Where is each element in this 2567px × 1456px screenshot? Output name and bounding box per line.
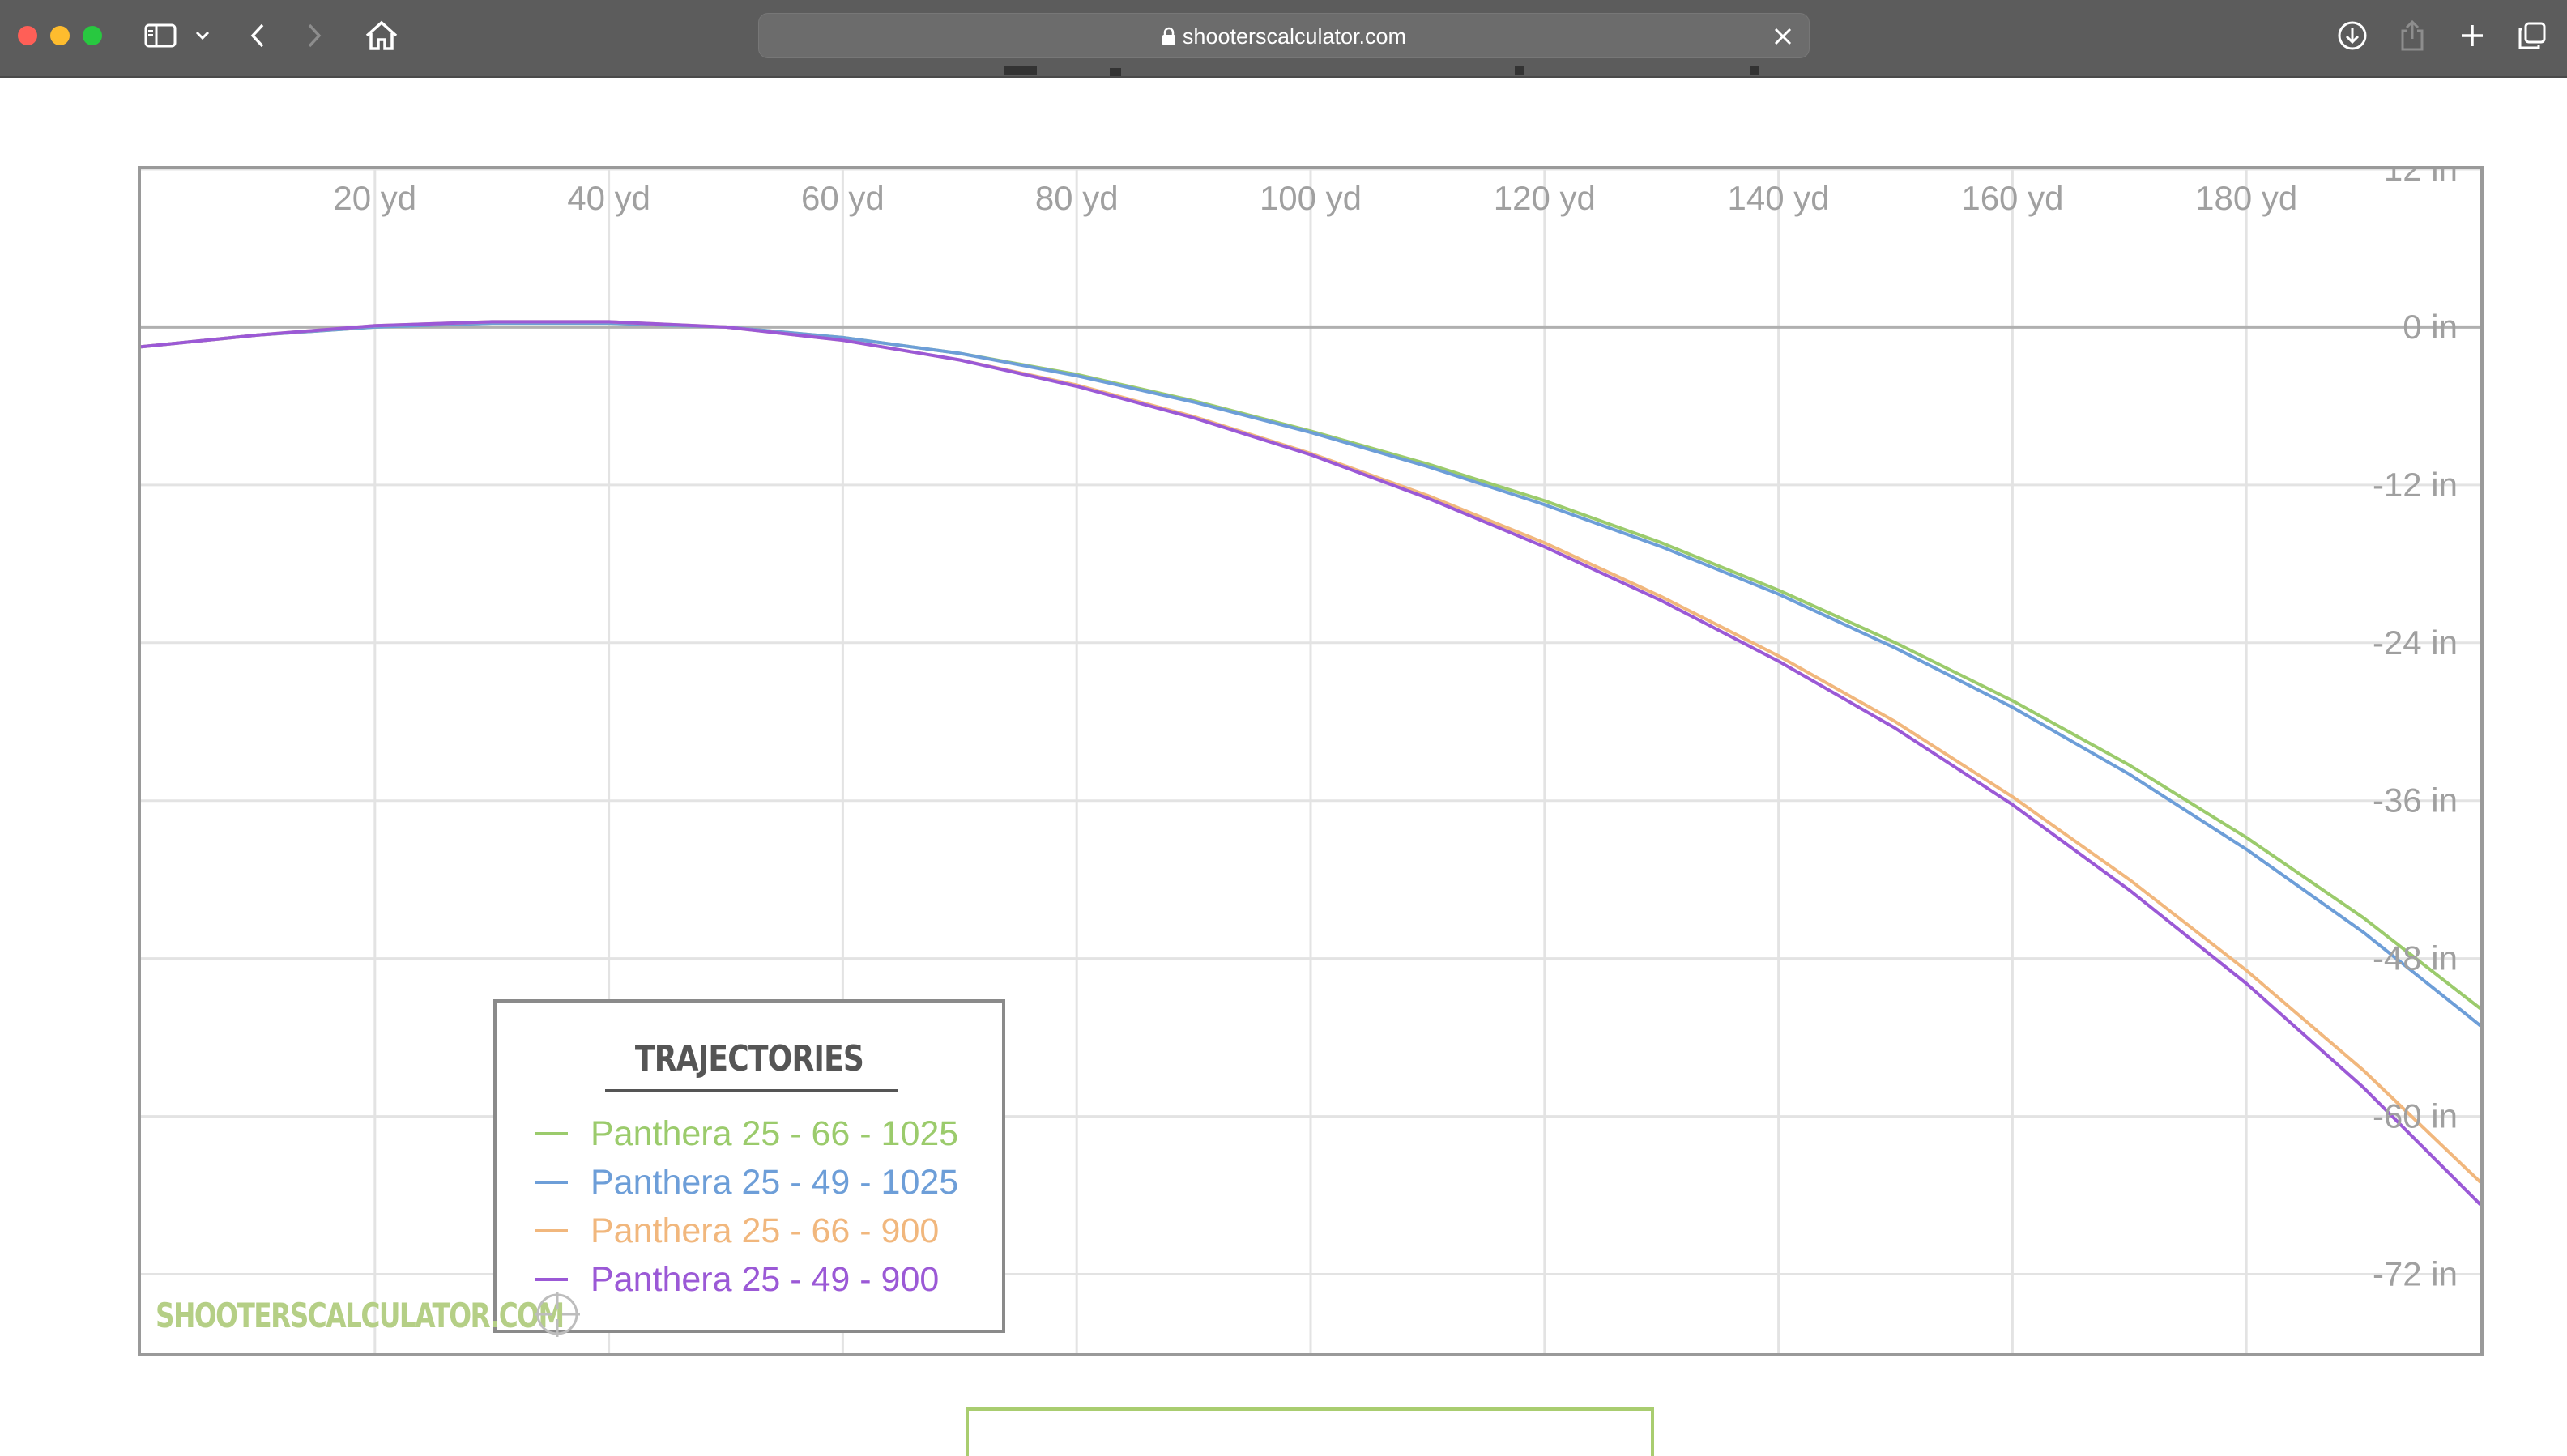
legend-swatch: [535, 1229, 568, 1232]
legend-item: Panthera 25 - 49 - 1025: [535, 1162, 958, 1203]
tab-overview-icon[interactable]: [2514, 16, 2550, 55]
zoom-window-button[interactable]: [83, 26, 102, 45]
back-button[interactable]: [241, 16, 274, 55]
trajectory-chart: 20 yd 40 yd 60 yd 80 yd 100 yd 120 yd 140 yd 16…: [138, 166, 2484, 1356]
legend-swatch: [535, 1132, 568, 1135]
crosshair-icon: [535, 1292, 580, 1341]
x-tick-label: 140 yd: [1728, 179, 1830, 217]
x-tick-label: 60 yd: [801, 179, 885, 217]
forward-button[interactable]: [298, 16, 330, 55]
x-tick-label: 120 yd: [1494, 179, 1596, 217]
minimize-window-button[interactable]: [50, 26, 70, 45]
watermark-text: SHOOTERSCALCULATOR.COM: [156, 1295, 565, 1335]
address-bar[interactable]: shooterscalculator.com: [758, 13, 1810, 58]
chevron-down-icon[interactable]: [191, 16, 214, 55]
home-icon[interactable]: [361, 16, 402, 55]
legend-title: TRAJECTORIES: [634, 1038, 864, 1079]
new-tab-icon[interactable]: [2454, 16, 2490, 55]
x-tick-label: 80 yd: [1035, 179, 1119, 217]
close-window-button[interactable]: [18, 26, 37, 45]
heading-partial: [923, 66, 1782, 78]
address-url[interactable]: shooterscalculator.com: [759, 14, 1809, 59]
share-icon[interactable]: [2394, 16, 2430, 55]
downloads-icon[interactable]: [2333, 16, 2372, 55]
y-tick-label: 12 in: [2384, 169, 2458, 188]
results-panel-top: [966, 1407, 1654, 1456]
y-tick-label: -48 in: [2373, 939, 2458, 977]
legend-title-underline: [605, 1089, 898, 1092]
legend-item: Panthera 25 - 66 - 900: [535, 1211, 939, 1251]
x-tick-label: 100 yd: [1260, 179, 1362, 217]
site-watermark: SHOOTERSCALCULATOR.COM: [156, 1287, 679, 1343]
x-tick-label: 180 yd: [2195, 179, 2297, 217]
y-tick-label: -12 in: [2373, 466, 2458, 504]
x-tick-label: 160 yd: [1961, 179, 2063, 217]
y-tick-label: -36 in: [2373, 781, 2458, 820]
y-tick-label: -24 in: [2373, 624, 2458, 662]
legend-swatch: [535, 1181, 568, 1184]
legend-label: Panthera 25 - 66 - 900: [591, 1211, 940, 1250]
legend-label: Panthera 25 - 49 - 1025: [591, 1162, 959, 1202]
legend-swatch: [535, 1278, 568, 1281]
address-url-text: shooterscalculator.com: [1182, 24, 1407, 49]
chart-plot-area: 20 yd 40 yd 60 yd 80 yd 100 yd 120 yd 140 yd 16…: [141, 169, 2480, 1353]
y-tick-label: -60 in: [2373, 1097, 2458, 1135]
y-tick-label: 0 in: [2403, 308, 2458, 346]
y-tick-label: -72 in: [2373, 1255, 2458, 1293]
x-tick-label: 20 yd: [333, 179, 416, 217]
legend-label: Panthera 25 - 66 - 1025: [591, 1113, 959, 1153]
chart-legend: TRAJECTORIES Panthera 25 - 66 - 1025 Pant…: [493, 999, 1005, 1333]
sidebar-toggle-icon[interactable]: [141, 16, 180, 55]
legend-item: Panthera 25 - 66 - 1025: [535, 1113, 958, 1154]
clear-address-icon[interactable]: [1772, 25, 1794, 52]
x-tick-label: 40 yd: [567, 179, 650, 217]
lock-icon: [1162, 27, 1175, 45]
